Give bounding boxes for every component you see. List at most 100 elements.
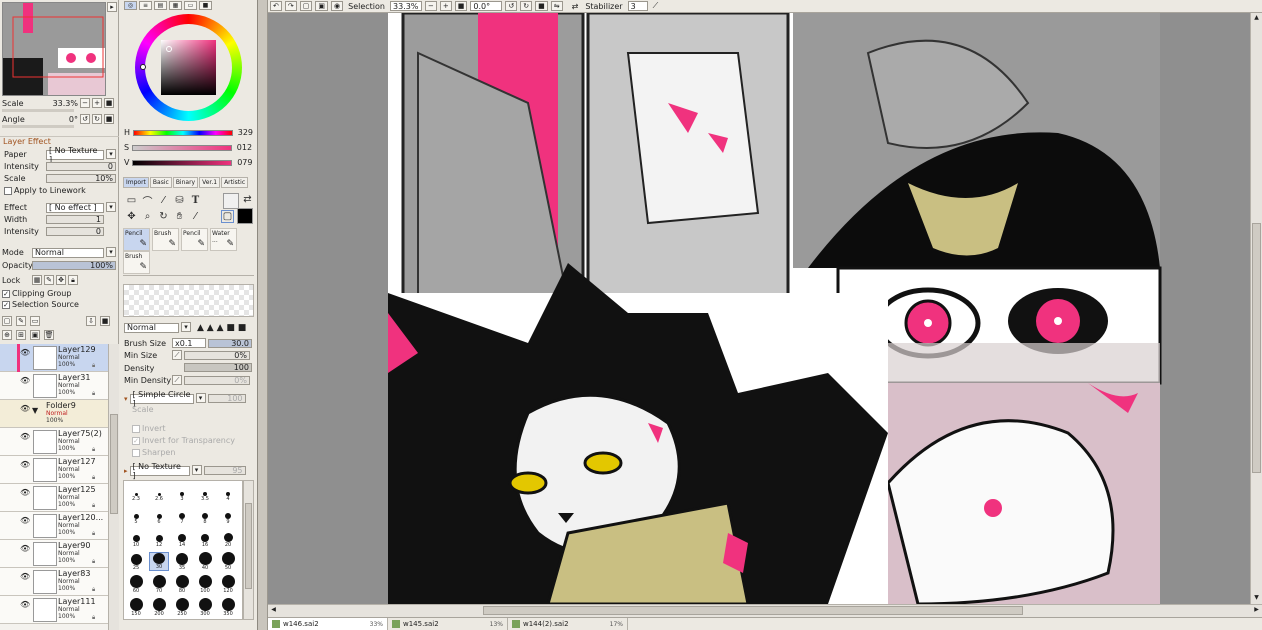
file-tab[interactable]: w146.sai2 33% [268, 618, 388, 630]
brush-texture-select[interactable]: [ No Texture ] [129, 462, 190, 480]
brush-shape-select[interactable]: [ Simple Circle ] [129, 390, 194, 408]
file-tab[interactable]: w145.sai2 13% [388, 618, 508, 630]
visibility-eye-icon[interactable]: 👁︎ [20, 432, 32, 442]
horizontal-scroll-thumb[interactable] [483, 606, 1023, 615]
brush-set-tab[interactable]: Artistic [221, 177, 249, 188]
merge-visible-icon[interactable]: ⊞ [16, 330, 26, 340]
lock-move-icon[interactable]: ✥ [56, 275, 66, 285]
zoom-value[interactable]: 33.3% [389, 1, 422, 11]
brush-size-cell[interactable]: 2.3 [126, 483, 146, 502]
secondary-color-swatch[interactable] [223, 193, 239, 209]
effect-width-slider[interactable]: 1 [46, 215, 104, 224]
merge-down-icon[interactable]: ⊕ [2, 330, 12, 340]
value-slider[interactable] [132, 159, 233, 166]
brush-size-cell[interactable]: 50 [218, 552, 238, 571]
brush-size-cell[interactable]: 20 [218, 529, 238, 548]
rgb-slider-mode-icon[interactable]: ≡ [139, 1, 152, 10]
text-tool-icon[interactable]: T [189, 194, 202, 207]
file-tab[interactable]: w144(2).sai2 17% [508, 618, 628, 630]
brush-size-cell[interactable]: 10 [126, 529, 146, 548]
transfer-down-icon[interactable]: ⇩ [86, 316, 96, 326]
new-folder-icon[interactable]: ▭ [30, 316, 40, 326]
effect-dropdown-icon[interactable]: ▾ [106, 202, 116, 212]
brush-shape-amount[interactable]: 100 [207, 394, 246, 403]
stabilizer-value[interactable]: 3 [627, 1, 648, 11]
visibility-eye-icon[interactable]: 👁︎ [20, 572, 32, 582]
swatch-mode-icon[interactable]: ▦ [169, 1, 182, 10]
toolbar-rotate-left-icon[interactable]: ↺ [505, 1, 518, 11]
brush-size-slider[interactable]: 30.0 [208, 338, 252, 348]
brush-size-cell[interactable]: 350 [218, 598, 238, 617]
new-linework-layer-icon[interactable]: ✎ [16, 316, 26, 326]
brush-slot[interactable]: Pencil ✎ [123, 228, 150, 251]
lasso-icon[interactable]: ⌒ [141, 194, 154, 208]
brush-set-tab[interactable]: Import [123, 177, 149, 188]
delete-layer-icon[interactable]: 🗑︎ [44, 330, 54, 340]
brush-slot[interactable]: Brush ✎ [152, 228, 179, 251]
brush-size-cell[interactable]: 35 [172, 552, 192, 571]
selection-visible-icon[interactable]: ◉ [331, 1, 344, 11]
brush-texture-dropdown-icon[interactable]: ▾ [191, 465, 202, 475]
flip-horizontal-icon[interactable]: ⇋ [550, 1, 563, 11]
min-density-slider[interactable]: 0% [184, 376, 250, 385]
effect-select[interactable]: [ No effect ] [46, 202, 104, 213]
brush-size-cell[interactable]: 3 [172, 483, 192, 502]
sharpen-checkbox[interactable] [132, 448, 140, 457]
min-density-curve-icon[interactable]: ⟋ [172, 375, 182, 385]
brush-blend-dropdown-icon[interactable]: ▾ [181, 322, 191, 332]
color-panel-menu-icon[interactable]: ■ [199, 1, 212, 10]
clipping-group-checkbox[interactable]: ✓ [2, 289, 10, 298]
zoom-in-button[interactable]: + [92, 98, 102, 108]
brush-size-cell[interactable]: 2.6 [149, 483, 169, 502]
brush-size-cell[interactable]: 250 [172, 598, 192, 617]
layer-row[interactable]: 👁︎ ▼ Folder9 Normal 100% [0, 400, 108, 428]
brush-size-cell[interactable]: 9 [218, 506, 238, 525]
brush-size-cell[interactable]: 100 [195, 575, 215, 594]
brush-shape-icons[interactable]: ▲ ▲ ▲ ■ ■ [197, 323, 246, 333]
brush-size-cell[interactable]: 7 [172, 506, 192, 525]
rotate-icon[interactable]: ↻ [157, 210, 170, 223]
brush-texture-amount[interactable]: 95 [203, 466, 246, 475]
scratchpad-mode-icon[interactable]: ▭ [184, 1, 197, 10]
brush-size-cell[interactable]: 14 [172, 529, 192, 548]
brush-size-cell[interactable]: 5 [126, 506, 146, 525]
rotate-reset-button[interactable]: ■ [104, 114, 114, 124]
zoom-reset-button[interactable]: ■ [104, 98, 114, 108]
brush-shape-dropdown-icon[interactable]: ▾ [195, 393, 206, 403]
brush-size-cell[interactable]: 150 [126, 598, 146, 617]
pen-pressure-icon[interactable]: ⟋ [651, 1, 661, 11]
min-size-curve-icon[interactable]: ⟋ [172, 350, 182, 360]
paper-select[interactable]: [ No Texture ] [46, 146, 104, 164]
hsv-slider-mode-icon[interactable]: ▤ [154, 1, 167, 10]
brush-size-scrollbar[interactable] [243, 480, 254, 620]
vertical-scroll-thumb[interactable] [1252, 223, 1261, 473]
saturation-value-square[interactable] [161, 40, 216, 95]
lock-all-icon[interactable]: 🔒︎ [68, 275, 78, 285]
layer-scroll-thumb[interactable] [110, 414, 118, 514]
visibility-eye-icon[interactable]: 👁︎ [20, 376, 32, 386]
invert-checkbox[interactable] [132, 424, 140, 433]
canvas-vertical-scrollbar[interactable]: ▲ ▼ [1250, 13, 1262, 604]
invert-selection-icon[interactable]: ▣ [315, 1, 328, 11]
paper-intensity-slider[interactable]: 0 [46, 162, 116, 171]
brush-slot[interactable]: Brush ✎ [123, 251, 150, 274]
navigator-thumbnail[interactable] [2, 2, 106, 96]
brush-size-cell[interactable]: 60 [126, 575, 146, 594]
eyedropper-icon[interactable]: ⁄ [189, 210, 202, 223]
visibility-eye-icon[interactable]: 👁︎ [20, 600, 32, 610]
saturation-slider[interactable] [132, 144, 233, 151]
color-wheel-mode-icon[interactable]: ◎ [124, 1, 137, 10]
canvas-horizontal-scrollbar[interactable]: ◀ ▶ [268, 604, 1262, 617]
toolbar-zoom-reset-icon[interactable]: ■ [454, 1, 468, 11]
rotate-left-button[interactable]: ↺ [80, 114, 90, 124]
rotation-value[interactable]: 0.0° [470, 1, 503, 11]
brush-size-cell[interactable]: 4 [218, 483, 238, 502]
layer-row[interactable]: 👁︎ Layer75(2) Normal 100% 🔒︎ [0, 428, 108, 456]
brush-size-cell[interactable]: 40 [195, 552, 215, 571]
layer-row[interactable]: 👁︎ Layer111 Normal 100% 🔒︎ [0, 596, 108, 624]
visibility-eye-icon[interactable]: 👁︎ [20, 460, 32, 470]
brush-blend-select[interactable]: Normal [124, 322, 179, 333]
brush-size-cell[interactable]: 120 [218, 575, 238, 594]
brush-size-multiplier[interactable]: x0.1 [172, 338, 206, 348]
toolbar-zoom-in-icon[interactable]: + [439, 1, 452, 11]
